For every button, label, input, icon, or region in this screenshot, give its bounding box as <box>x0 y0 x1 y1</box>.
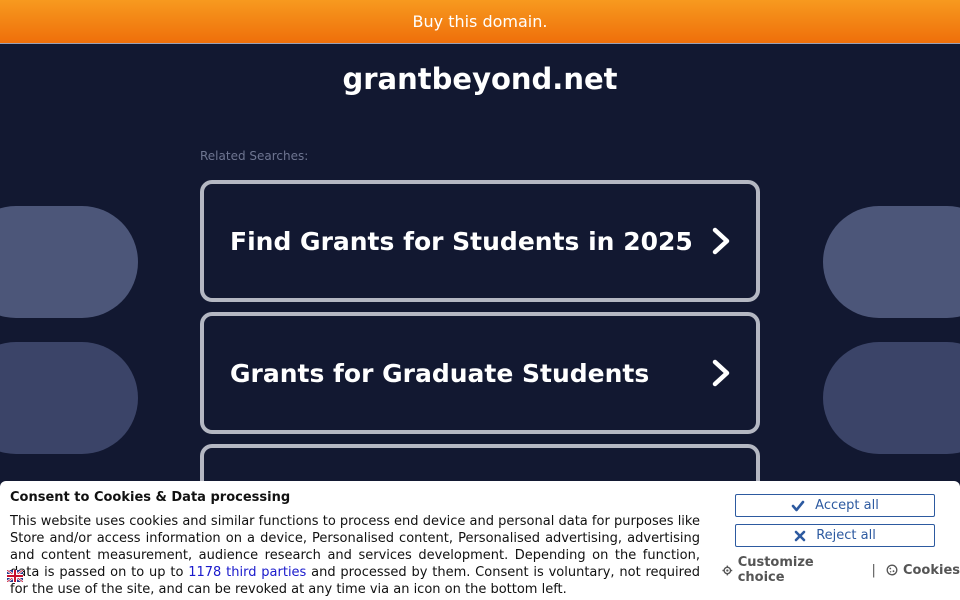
gear-icon <box>722 565 733 575</box>
decorative-pill-left-bottom <box>0 342 138 454</box>
cookie-icon <box>886 564 898 576</box>
buy-domain-banner[interactable]: Buy this domain. <box>0 0 960 44</box>
links-separator: | <box>871 562 876 578</box>
cookies-link[interactable]: Cookies <box>886 563 960 578</box>
decorative-pill-right-top <box>823 206 960 318</box>
uk-flag-icon[interactable] <box>7 570 23 582</box>
close-icon <box>794 530 806 541</box>
accept-all-label: Accept all <box>815 498 879 513</box>
domain-title: grantbeyond.net <box>342 62 618 96</box>
decorative-pill-left-top <box>0 206 138 318</box>
check-icon <box>791 500 805 511</box>
buy-domain-label: Buy this domain. <box>412 12 548 31</box>
reject-all-label: Reject all <box>816 528 876 543</box>
related-search-label: Find Grants for Students in 2025 <box>230 226 693 256</box>
chevron-right-icon <box>712 227 730 255</box>
reject-all-button[interactable]: Reject all <box>735 524 935 547</box>
chevron-right-icon <box>712 359 730 387</box>
consent-text: This website uses cookies and similar fu… <box>10 513 700 598</box>
related-search-link-1[interactable]: Find Grants for Students in 2025 <box>200 180 760 302</box>
consent-links-row: Customize choice | Cookies <box>722 555 960 585</box>
accept-all-button[interactable]: Accept all <box>735 494 935 517</box>
related-search-link-2[interactable]: Grants for Graduate Students <box>200 312 760 434</box>
third-parties-link[interactable]: 1178 third parties <box>188 565 306 580</box>
related-search-label: Grants for Graduate Students <box>230 358 650 388</box>
cookie-consent-panel: Consent to Cookies & Data processing Thi… <box>0 481 960 600</box>
cookies-label: Cookies <box>902 562 960 578</box>
consent-title: Consent to Cookies & Data processing <box>10 490 291 505</box>
customize-choice-label: Customize choice <box>737 555 814 585</box>
customize-choice-link[interactable]: Customize choice <box>722 555 862 585</box>
decorative-pill-right-bottom <box>823 342 960 454</box>
related-searches-label: Related Searches: <box>200 149 309 163</box>
